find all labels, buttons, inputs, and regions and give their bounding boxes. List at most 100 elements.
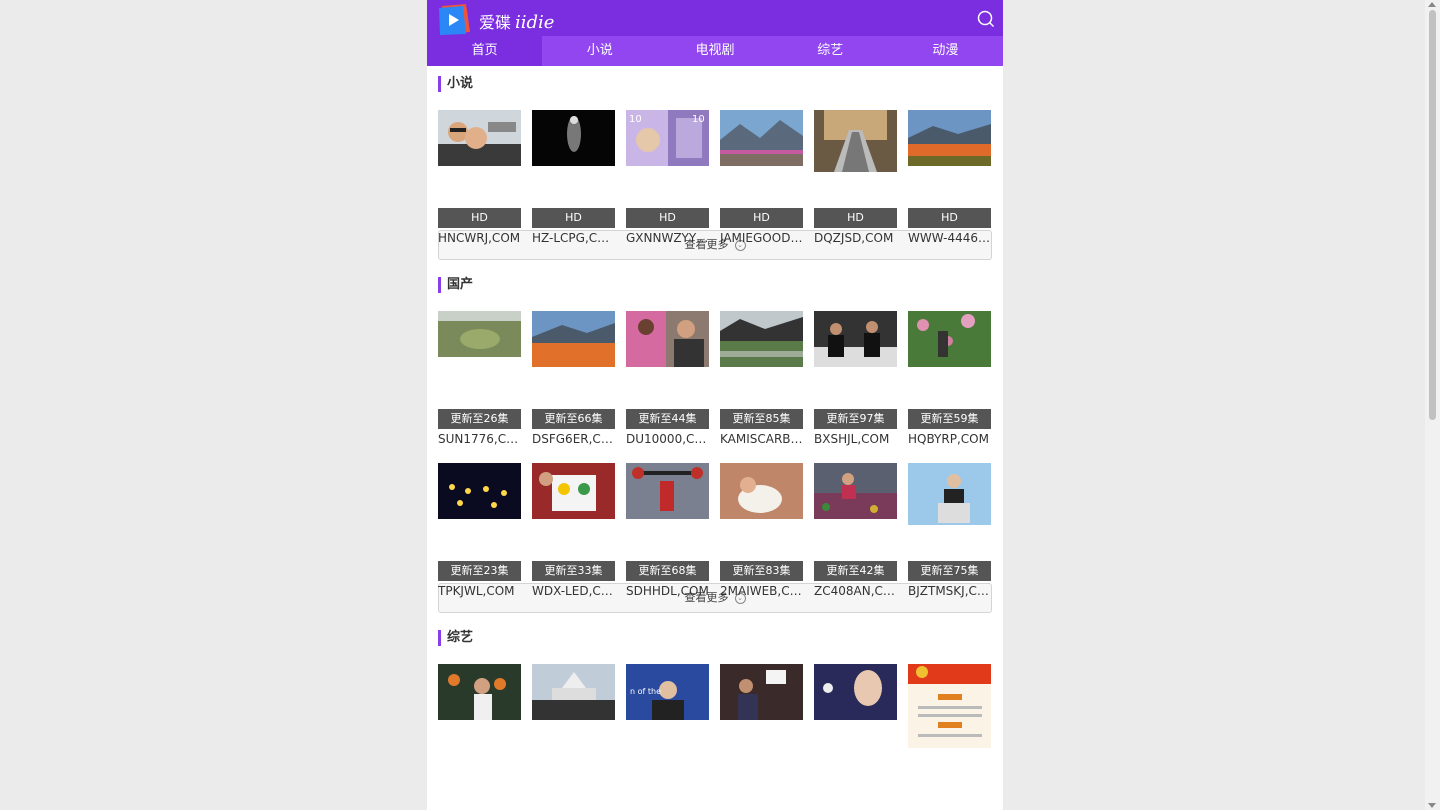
video-card[interactable]: 更新至66集 DSFG6ER,COM: [532, 311, 615, 451]
episode-badge: 更新至44集: [626, 409, 709, 429]
scroll-down-arrow-icon[interactable]: [1428, 803, 1436, 808]
video-card[interactable]: 更新至59集 HQBYRP,COM: [908, 311, 991, 451]
video-card[interactable]: 更新至83集 2MAIWEB,COM: [720, 463, 803, 603]
video-thumbnail[interactable]: [720, 664, 803, 720]
video-thumbnail[interactable]: [814, 463, 897, 519]
video-title[interactable]: GXNNWZYY,COM: [626, 231, 709, 245]
video-grid: 更新至26集 SUN1776,COM 更新至66集 DSFG6ER,COM 更新…: [438, 311, 992, 451]
header: 爱碟 iidie: [427, 0, 1003, 36]
video-thumbnail[interactable]: [720, 311, 803, 367]
nav-item-tv[interactable]: 电视剧: [657, 36, 772, 66]
nav-item-anime[interactable]: 动漫: [888, 36, 1003, 66]
video-thumbnail[interactable]: [626, 311, 709, 367]
nav-item-home[interactable]: 首页: [427, 36, 543, 66]
video-thumbnail[interactable]: [908, 110, 991, 166]
video-thumbnail[interactable]: [532, 311, 615, 367]
video-thumbnail[interactable]: [438, 664, 521, 720]
logo-icon[interactable]: [436, 2, 472, 36]
nav-item-variety[interactable]: 综艺: [773, 36, 888, 66]
quality-badge: HD: [720, 208, 803, 228]
video-thumbnail[interactable]: [814, 664, 897, 720]
page: 爱碟 iidie 首页 小说 电视剧 综艺 动漫 小说 HD HNCWRJ,COM: [427, 0, 1003, 810]
video-title[interactable]: KAMISCARB,COM: [720, 432, 803, 446]
svg-text:10: 10: [692, 114, 705, 125]
svg-text:n of the: n of the: [630, 687, 661, 696]
episode-badge: 更新至85集: [720, 409, 803, 429]
video-card[interactable]: [438, 664, 521, 804]
video-title[interactable]: DQZJSD,COM: [814, 231, 897, 245]
video-thumbnail[interactable]: [814, 110, 897, 172]
quality-badge: HD: [814, 208, 897, 228]
video-thumbnail[interactable]: [438, 311, 521, 357]
video-title[interactable]: DSFG6ER,COM: [532, 432, 615, 446]
video-title[interactable]: WDX-LED,COM: [532, 584, 615, 598]
episode-badge: 更新至75集: [908, 561, 991, 581]
video-thumbnail[interactable]: [532, 664, 615, 720]
video-thumbnail[interactable]: [814, 311, 897, 367]
video-title[interactable]: ZC408AN,COM: [814, 584, 897, 598]
video-title[interactable]: JAMIEGOODE,COM: [720, 231, 803, 245]
video-thumbnail[interactable]: [532, 463, 615, 519]
section-title: 国产: [438, 277, 992, 293]
video-card[interactable]: 更新至26集 SUN1776,COM: [438, 311, 521, 451]
video-thumbnail[interactable]: [532, 110, 615, 166]
video-card[interactable]: HD HNCWRJ,COM: [438, 110, 521, 250]
video-title[interactable]: TPKJWL,COM: [438, 584, 521, 598]
video-card[interactable]: [720, 664, 803, 804]
video-card[interactable]: 10 10 HD GXNNWZYY,COM: [626, 110, 709, 250]
video-card[interactable]: 更新至42集 ZC408AN,COM: [814, 463, 897, 603]
video-card[interactable]: 更新至97集 BXSHJL,COM: [814, 311, 897, 451]
video-title[interactable]: 2MAIWEB,COM: [720, 584, 803, 598]
video-title[interactable]: HNCWRJ,COM: [438, 231, 521, 245]
video-card[interactable]: [532, 664, 615, 804]
video-thumbnail[interactable]: [438, 110, 521, 166]
video-thumbnail[interactable]: [438, 463, 521, 519]
video-thumbnail[interactable]: [908, 311, 991, 367]
search-icon[interactable]: [977, 10, 995, 28]
video-card[interactable]: [814, 664, 897, 804]
video-title[interactable]: HZ-LCPG,COM: [532, 231, 615, 245]
video-thumbnail[interactable]: [720, 110, 803, 166]
video-title[interactable]: SUN1776,COM: [438, 432, 521, 446]
video-card[interactable]: 更新至44集 DU10000,COM: [626, 311, 709, 451]
nav-bar: 首页 小说 电视剧 综艺 动漫: [427, 36, 1003, 66]
video-card[interactable]: 更新至68集 SDHHDL,COM: [626, 463, 709, 603]
episode-badge: 更新至33集: [532, 561, 615, 581]
scroll-thumb[interactable]: [1429, 10, 1436, 420]
video-card[interactable]: 更新至75集 BJZTMSKJ,COM: [908, 463, 991, 603]
video-card[interactable]: HD JAMIEGOODE,COM: [720, 110, 803, 250]
video-thumbnail[interactable]: [720, 463, 803, 519]
video-thumbnail[interactable]: [626, 463, 709, 519]
video-title[interactable]: HQBYRP,COM: [908, 432, 991, 446]
video-card[interactable]: HD WWW-44466,COM: [908, 110, 991, 250]
video-thumbnail[interactable]: [908, 463, 991, 525]
scroll-up-arrow-icon[interactable]: [1428, 2, 1436, 7]
video-card[interactable]: n of the: [626, 664, 709, 804]
quality-badge: HD: [532, 208, 615, 228]
video-card[interactable]: [908, 664, 991, 804]
video-thumbnail[interactable]: [908, 664, 991, 748]
video-card[interactable]: HD DQZJSD,COM: [814, 110, 897, 250]
video-thumbnail[interactable]: n of the: [626, 664, 709, 720]
quality-badge: HD: [438, 208, 521, 228]
video-card[interactable]: HD HZ-LCPG,COM: [532, 110, 615, 250]
section-novel: 小说 HD HNCWRJ,COM HD HZ-LCPG,COM 10 10 HD…: [427, 76, 1003, 260]
episode-badge: 更新至26集: [438, 409, 521, 429]
section-title: 综艺: [438, 630, 992, 646]
video-card[interactable]: 更新至23集 TPKJWL,COM: [438, 463, 521, 603]
video-title[interactable]: WWW-44466,COM: [908, 231, 991, 245]
quality-badge: HD: [626, 208, 709, 228]
video-title[interactable]: SDHHDL,COM: [626, 584, 709, 598]
video-title[interactable]: BJZTMSKJ,COM: [908, 584, 991, 598]
brand-name[interactable]: 爱碟 iidie: [479, 9, 554, 33]
brand-cn: 爱碟: [479, 13, 512, 32]
video-thumbnail[interactable]: 10 10: [626, 110, 709, 166]
episode-badge: 更新至68集: [626, 561, 709, 581]
video-card[interactable]: 更新至33集 WDX-LED,COM: [532, 463, 615, 603]
episode-badge: 更新至97集: [814, 409, 897, 429]
nav-item-novel[interactable]: 小说: [542, 36, 657, 66]
video-title[interactable]: DU10000,COM: [626, 432, 709, 446]
scrollbar[interactable]: [1425, 0, 1440, 810]
video-title[interactable]: BXSHJL,COM: [814, 432, 897, 446]
video-card[interactable]: 更新至85集 KAMISCARB,COM: [720, 311, 803, 451]
